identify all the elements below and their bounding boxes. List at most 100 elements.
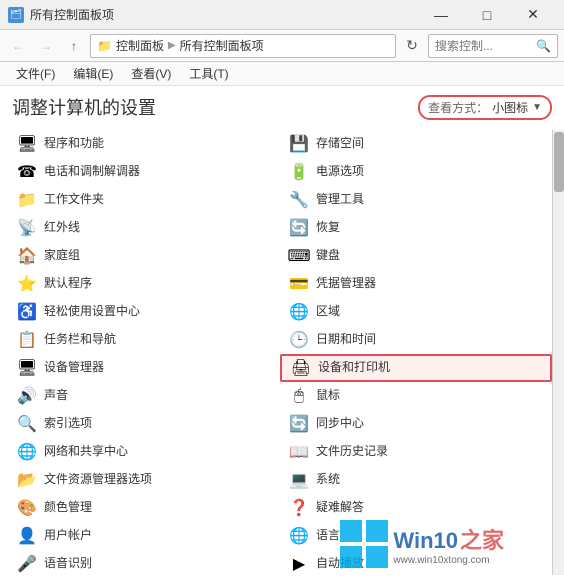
- menu-file[interactable]: 文件(F): [8, 63, 63, 84]
- grid-item-5[interactable]: 🔧管理工具: [280, 186, 552, 214]
- grid-item-11[interactable]: 💳凭据管理器: [280, 270, 552, 298]
- item-label-8: 家庭组: [44, 248, 80, 264]
- grid-item-21[interactable]: 🔄同步中心: [280, 410, 552, 438]
- grid-item-24[interactable]: 📂文件资源管理器选项: [8, 466, 280, 494]
- item-icon-10: ⭐: [16, 273, 38, 295]
- item-label-9: 键盘: [316, 248, 340, 264]
- grid-item-4[interactable]: 📁工作文件夹: [8, 186, 280, 214]
- grid-item-18[interactable]: 🔊 声音: [8, 382, 280, 410]
- grid-item-25[interactable]: 💻系统: [280, 466, 552, 494]
- window-icon: 🗂: [8, 7, 24, 23]
- address-bar: ← → ↑ 📁 控制面板 ▶ 所有控制面板项 ↻ 🔍: [0, 30, 564, 62]
- grid-item-26[interactable]: 🎨 颜色管理: [8, 494, 280, 522]
- item-label-16: 设备管理器: [44, 360, 104, 376]
- grid-item-19[interactable]: 🖱鼠标: [280, 382, 552, 410]
- view-selector-label: 查看方式：: [428, 99, 488, 116]
- scrollbar[interactable]: [552, 130, 564, 575]
- grid-item-12[interactable]: ♿轻松使用设置中心: [8, 298, 280, 326]
- grid-item-23[interactable]: 📖文件历史记录: [280, 438, 552, 466]
- item-label-2: 电话和调制解调器: [44, 164, 140, 180]
- item-icon-20: 🔍: [16, 413, 38, 435]
- grid-item-17[interactable]: 🖨设备和打印机: [280, 354, 552, 382]
- breadcrumb-icon: 📁: [97, 39, 112, 53]
- grid-item-16[interactable]: 🖥设备管理器: [8, 354, 280, 382]
- win10-logo-icon: [339, 519, 389, 569]
- grid-item-2[interactable]: ☎ 电话和调制解调器: [8, 158, 280, 186]
- item-label-24: 文件资源管理器选项: [44, 472, 152, 488]
- item-label-19: 鼠标: [316, 388, 340, 404]
- item-icon-2: ☎: [16, 161, 38, 183]
- title-bar-left: 🗂 所有控制面板项: [8, 6, 114, 23]
- item-icon-26: 🎨: [16, 497, 38, 519]
- grid-item-20[interactable]: 🔍索引选项: [8, 410, 280, 438]
- view-selector-value: 小图标: [492, 99, 528, 116]
- item-icon-25: 💻: [288, 469, 310, 491]
- grid-item-8[interactable]: 🏠家庭组: [8, 242, 280, 270]
- breadcrumb-1[interactable]: 控制面板: [116, 37, 164, 54]
- maximize-button[interactable]: □: [464, 0, 510, 30]
- item-icon-12: ♿: [16, 301, 38, 323]
- grid-item-14[interactable]: 📋任务栏和导航: [8, 326, 280, 354]
- grid-item-27[interactable]: ❓ 疑难解答: [280, 494, 552, 522]
- item-label-14: 任务栏和导航: [44, 332, 116, 348]
- item-label-29: 语言: [316, 528, 340, 544]
- grid-item-9[interactable]: ⌨键盘: [280, 242, 552, 270]
- grid-item-28[interactable]: 👤用户帐户: [8, 522, 280, 550]
- item-icon-15: 🕒: [288, 329, 310, 351]
- grid-item-7[interactable]: 🔄 恢复: [280, 214, 552, 242]
- items-container: 🖥程序和功能💾存储空间 ☎ 电话和调制解调器 🔋电源选项📁工作文件夹🔧管理工具📡红外线…: [0, 126, 564, 579]
- item-icon-18: 🔊: [16, 385, 38, 407]
- grid-item-22[interactable]: 🌐网络和共享中心: [8, 438, 280, 466]
- item-icon-27: ❓: [288, 497, 310, 519]
- item-icon-29: 🌐: [288, 525, 310, 547]
- item-label-4: 工作文件夹: [44, 192, 104, 208]
- item-label-27: 疑难解答: [316, 500, 364, 516]
- view-selector[interactable]: 查看方式： 小图标 ▼: [418, 95, 552, 120]
- grid-item-0[interactable]: 🖥程序和功能: [8, 130, 280, 158]
- menu-bar: 文件(F) 编辑(E) 查看(V) 工具(T): [0, 62, 564, 86]
- item-label-11: 凭据管理器: [316, 276, 376, 292]
- item-icon-17: 🖨: [290, 357, 312, 379]
- view-header: 调整计算机的设置 查看方式： 小图标 ▼: [0, 86, 564, 126]
- title-bar-controls: — □ ✕: [418, 0, 556, 30]
- menu-edit[interactable]: 编辑(E): [65, 63, 121, 84]
- breadcrumb-bar[interactable]: 📁 控制面板 ▶ 所有控制面板项: [90, 34, 396, 58]
- grid-item-30[interactable]: 🎤语音识别: [8, 550, 280, 578]
- breadcrumb-2[interactable]: 所有控制面板项: [180, 37, 264, 54]
- grid-item-3[interactable]: 🔋电源选项: [280, 158, 552, 186]
- watermark: Win10 之家 www.win10xtong.com: [339, 519, 504, 569]
- scrollbar-thumb[interactable]: [554, 132, 564, 192]
- grid-item-6[interactable]: 📡红外线: [8, 214, 280, 242]
- item-label-26: 颜色管理: [44, 500, 92, 516]
- grid-item-13[interactable]: 🌐 区域: [280, 298, 552, 326]
- menu-view[interactable]: 查看(V): [123, 63, 179, 84]
- refresh-button[interactable]: ↻: [400, 34, 424, 58]
- item-icon-13: 🌐: [288, 301, 310, 323]
- item-icon-5: 🔧: [288, 189, 310, 211]
- watermark-main: Win10: [393, 528, 458, 554]
- items-grid: 🖥程序和功能💾存储空间 ☎ 电话和调制解调器 🔋电源选项📁工作文件夹🔧管理工具📡红外线…: [8, 130, 552, 575]
- item-label-1: 存储空间: [316, 136, 364, 152]
- minimize-button[interactable]: —: [418, 0, 464, 30]
- page-title: 调整计算机的设置: [12, 94, 156, 120]
- item-label-13: 区域: [316, 304, 340, 320]
- grid-item-15[interactable]: 🕒 日期和时间: [280, 326, 552, 354]
- forward-button[interactable]: →: [34, 34, 58, 58]
- item-label-18: 声音: [44, 388, 68, 404]
- item-label-6: 红外线: [44, 220, 80, 236]
- item-label-7: 恢复: [316, 220, 340, 236]
- item-icon-7: 🔄: [288, 217, 310, 239]
- item-icon-31: ▶: [288, 553, 310, 575]
- close-button[interactable]: ✕: [510, 0, 556, 30]
- item-icon-3: 🔋: [288, 161, 310, 183]
- up-button[interactable]: ↑: [62, 34, 86, 58]
- menu-tools[interactable]: 工具(T): [181, 63, 236, 84]
- search-input[interactable]: [435, 39, 532, 53]
- window-title: 所有控制面板项: [30, 6, 114, 23]
- back-button[interactable]: ←: [6, 34, 30, 58]
- grid-item-10[interactable]: ⭐默认程序: [8, 270, 280, 298]
- search-icon[interactable]: 🔍: [536, 39, 551, 53]
- item-label-30: 语音识别: [44, 556, 92, 572]
- grid-item-1[interactable]: 💾存储空间: [280, 130, 552, 158]
- item-label-15: 日期和时间: [316, 332, 376, 348]
